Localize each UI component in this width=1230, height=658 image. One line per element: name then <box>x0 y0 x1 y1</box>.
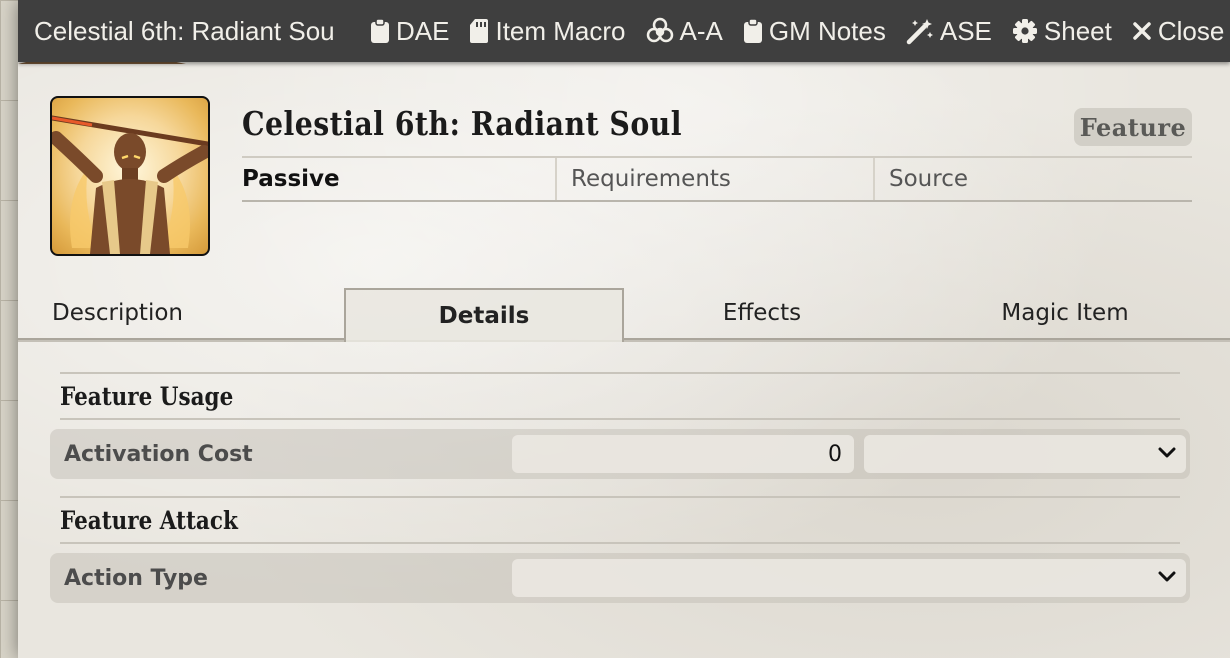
clipboard-icon <box>743 18 762 43</box>
activation-cost-input[interactable]: 0 <box>512 435 854 473</box>
ase-button[interactable]: ASE <box>906 16 992 47</box>
activation-cost-label: Activation Cost <box>64 441 253 467</box>
item-image[interactable] <box>50 96 210 256</box>
magic-wand-icon <box>906 19 933 45</box>
gm-notes-button[interactable]: GM Notes <box>743 16 886 47</box>
gm-notes-label: GM Notes <box>768 15 886 46</box>
action-type-label: Action Type <box>64 565 208 591</box>
action-type-select[interactable] <box>512 559 1186 597</box>
activation-cost-value: 0 <box>828 441 842 467</box>
item-name[interactable]: Celestial 6th: Radiant Soul <box>242 104 682 143</box>
source-input[interactable]: Source <box>875 158 1192 200</box>
dae-label: DAE <box>396 15 450 46</box>
tab-effects[interactable]: Effects <box>624 288 900 340</box>
item-macro-label: Item Macro <box>495 15 626 46</box>
tab-description[interactable]: Description <box>18 288 344 340</box>
item-macro-button[interactable]: Item Macro <box>469 15 626 47</box>
tab-details[interactable]: Details <box>344 288 624 342</box>
feature-attack-heading-text: Feature Attack <box>60 505 238 535</box>
close-label: Close <box>1157 15 1225 46</box>
item-summary: Passive Requirements Source <box>242 156 1192 202</box>
a-a-button[interactable]: A-A <box>646 16 723 47</box>
item-sheet-window: Celestial 6th: Radiant Sou DAE Item Macr… <box>18 0 1230 658</box>
chevron-down-icon <box>1158 447 1176 458</box>
ase-label: ASE <box>939 15 992 46</box>
chevron-down-icon <box>1158 571 1176 582</box>
sd-card-icon <box>470 19 489 43</box>
activation-summary: Passive <box>242 158 557 200</box>
a-a-label: A-A <box>679 15 723 46</box>
biohazard-icon <box>646 17 673 43</box>
item-type-badge: Feature <box>1074 108 1192 146</box>
sheet-tabs: Description Details Effects Magic Item <box>18 288 1230 342</box>
requirements-input[interactable]: Requirements <box>557 158 875 200</box>
gear-icon <box>1012 19 1037 43</box>
close-button[interactable]: Close <box>1132 16 1224 47</box>
feature-usage-heading: Feature Usage <box>60 372 1180 420</box>
window-header[interactable]: Celestial 6th: Radiant Sou DAE Item Macr… <box>18 0 1230 62</box>
feature-attack-heading: Feature Attack <box>60 496 1180 544</box>
window-title[interactable]: Celestial 6th: Radiant Sou <box>18 16 350 47</box>
action-type-row: Action Type <box>50 553 1190 603</box>
sheet-button[interactable]: Sheet <box>1012 16 1112 47</box>
tab-magic-item[interactable]: Magic Item <box>900 288 1230 340</box>
feature-usage-heading-text: Feature Usage <box>60 381 234 411</box>
activation-cost-row: Activation Cost 0 <box>50 429 1190 479</box>
dae-button[interactable]: DAE <box>370 16 449 47</box>
activation-type-select[interactable] <box>864 435 1186 473</box>
sheet-label: Sheet <box>1043 15 1112 46</box>
close-icon <box>1133 22 1151 40</box>
radiant-soul-portrait <box>52 115 208 254</box>
clipboard-icon <box>371 18 389 43</box>
